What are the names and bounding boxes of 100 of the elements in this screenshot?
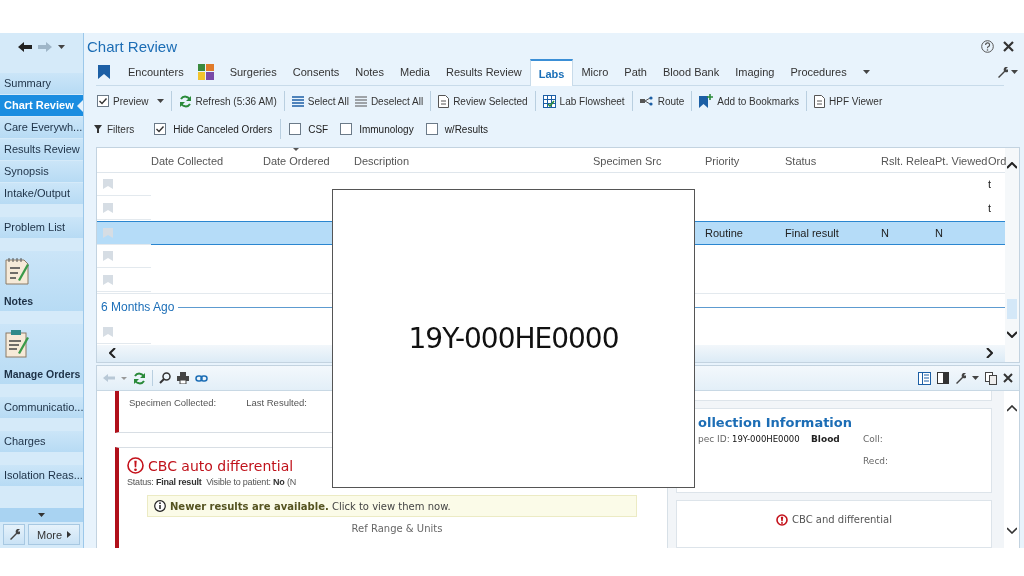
toolbar-button[interactable]: Deselect All <box>352 93 426 109</box>
wrench-icon[interactable] <box>997 66 1008 78</box>
preview-toggle[interactable]: Preview <box>95 93 151 109</box>
scroll-right-icon[interactable] <box>986 348 993 359</box>
list-icon <box>291 95 304 107</box>
more-tabs-caret-icon[interactable] <box>862 70 870 74</box>
toolbar-button[interactable]: Review Selected <box>436 92 530 110</box>
alert-icon <box>127 457 144 474</box>
checkbox-label: Immunology <box>359 123 414 135</box>
column-header[interactable]: Priority <box>705 147 740 167</box>
tab[interactable]: Surgeries <box>221 59 285 85</box>
checkbox[interactable] <box>289 123 302 135</box>
copy-icon[interactable] <box>985 371 997 385</box>
column-header: Ref Range & Units <box>350 523 444 534</box>
toolbar-button[interactable]: Refresh (5:36 AM) <box>176 92 279 110</box>
caret-icon[interactable] <box>972 376 979 380</box>
sidebar-item[interactable]: Chart Review <box>0 95 83 116</box>
column-header[interactable]: Pt. Viewed <box>935 147 988 167</box>
back-arrow-icon[interactable] <box>18 42 32 52</box>
scroll-left-icon[interactable] <box>109 348 116 359</box>
caret-icon[interactable] <box>1011 70 1018 74</box>
specimen-source: Blood <box>811 434 841 444</box>
close-icon[interactable] <box>1003 373 1013 383</box>
checkbox[interactable] <box>340 123 353 135</box>
dropdown-caret-icon[interactable] <box>156 99 164 103</box>
scroll-up-icon[interactable] <box>1007 162 1017 169</box>
columns-icon[interactable] <box>918 371 931 385</box>
result-title: CBC and differential <box>792 514 892 527</box>
settings-button[interactable] <box>3 524 25 545</box>
scrollbar-thumb[interactable] <box>1007 299 1017 319</box>
sidebar-item[interactable]: Intake/Output <box>0 183 83 204</box>
scroll-down-icon[interactable] <box>1006 527 1017 534</box>
checkbox-label: CSF <box>308 123 329 135</box>
tab[interactable]: Results Review <box>437 59 530 85</box>
panel-icon[interactable] <box>937 372 949 384</box>
scroll-up-icon[interactable] <box>1006 405 1017 412</box>
tab[interactable]: Blood Bank <box>654 59 728 85</box>
tab[interactable]: Consents <box>284 59 348 85</box>
tab[interactable]: Procedures <box>782 59 855 85</box>
filters-button[interactable]: Filters <box>94 123 135 135</box>
column-header[interactable]: Rslt. Relea <box>881 147 935 167</box>
column-header[interactable]: Date Ordered <box>263 147 330 167</box>
refresh-icon <box>178 94 192 108</box>
toolbar-button[interactable]: Route <box>637 93 687 109</box>
scroll-down-icon[interactable] <box>1007 331 1017 338</box>
list-icon <box>354 95 367 107</box>
sidebar-item[interactable]: Results Review <box>0 139 83 160</box>
tab[interactable]: Micro <box>573 59 617 85</box>
toolbar-button[interactable]: Add to Bookmarks <box>697 92 802 110</box>
order-form-icon <box>4 329 30 359</box>
bookmark-plus-icon <box>699 94 714 108</box>
scroll-down-icon[interactable] <box>38 513 45 517</box>
column-header[interactable]: Ord <box>988 147 1007 167</box>
tab[interactable]: Encounters <box>120 59 192 85</box>
wrench-icon[interactable] <box>955 372 966 384</box>
help-icon[interactable] <box>981 39 994 53</box>
arrow-right-icon <box>67 531 72 538</box>
toolbar-button[interactable]: HPF Viewer <box>812 92 885 110</box>
sidebar-item[interactable]: Care Everywh... <box>0 117 83 138</box>
checkbox[interactable] <box>425 123 438 135</box>
sidebar-item[interactable]: Notes <box>0 251 83 311</box>
tab[interactable]: Notes <box>347 59 392 85</box>
sidebar-item[interactable]: Problem List <box>0 217 83 238</box>
column-header[interactable]: Specimen Src <box>593 147 662 167</box>
table-cell-text: t <box>988 178 993 191</box>
tab[interactable]: Labs <box>529 59 574 86</box>
print-icon[interactable] <box>177 372 189 384</box>
result-status: Status: Final result Visible to patient: No (N <box>127 477 298 487</box>
toolbar-button[interactable]: Lab Flowsheet <box>540 92 627 110</box>
more-button[interactable]: More <box>28 524 80 545</box>
sidebar-item[interactable]: Communicatio... <box>0 397 83 418</box>
checkbox[interactable] <box>154 123 167 135</box>
sidebar-item[interactable]: Summary <box>0 73 83 94</box>
toolbar-button[interactable]: Select All <box>289 93 351 109</box>
sidebar-item[interactable]: Manage Orders <box>0 324 83 384</box>
field-label: pec ID: <box>698 434 731 444</box>
dropdown-caret-icon[interactable] <box>58 45 65 49</box>
column-header[interactable]: Description <box>354 147 410 167</box>
column-header[interactable]: Status <box>785 147 817 167</box>
checkbox-icon[interactable] <box>97 95 109 107</box>
search-icon[interactable] <box>159 372 171 384</box>
close-icon[interactable] <box>1003 40 1014 52</box>
tab[interactable]: Path <box>616 59 655 85</box>
card-title: ollection Information <box>698 415 853 430</box>
link-icon[interactable] <box>195 374 208 382</box>
grid-check-icon <box>542 94 556 108</box>
sidebar-item[interactable]: Synopsis <box>0 161 83 182</box>
route-icon <box>639 96 654 106</box>
tiles-icon[interactable] <box>197 64 214 80</box>
sort-caret-icon[interactable] <box>293 147 300 151</box>
sidebar-item[interactable]: Isolation Reas... <box>0 465 83 486</box>
bookmark-icon[interactable] <box>98 65 110 79</box>
tab[interactable]: Imaging <box>727 59 783 85</box>
column-header[interactable]: Date Collected <box>151 147 224 167</box>
sidebar-item[interactable]: Charges <box>0 431 83 452</box>
field-label: Last Resulted: <box>246 397 307 410</box>
specimen-id: 19Y-000HE0000 <box>732 434 801 444</box>
field-label: Specimen Collected: <box>129 397 217 410</box>
newer-results-notice[interactable]: Newer results are available. Click to view them now. <box>147 495 637 517</box>
tab[interactable]: Media <box>391 59 438 85</box>
